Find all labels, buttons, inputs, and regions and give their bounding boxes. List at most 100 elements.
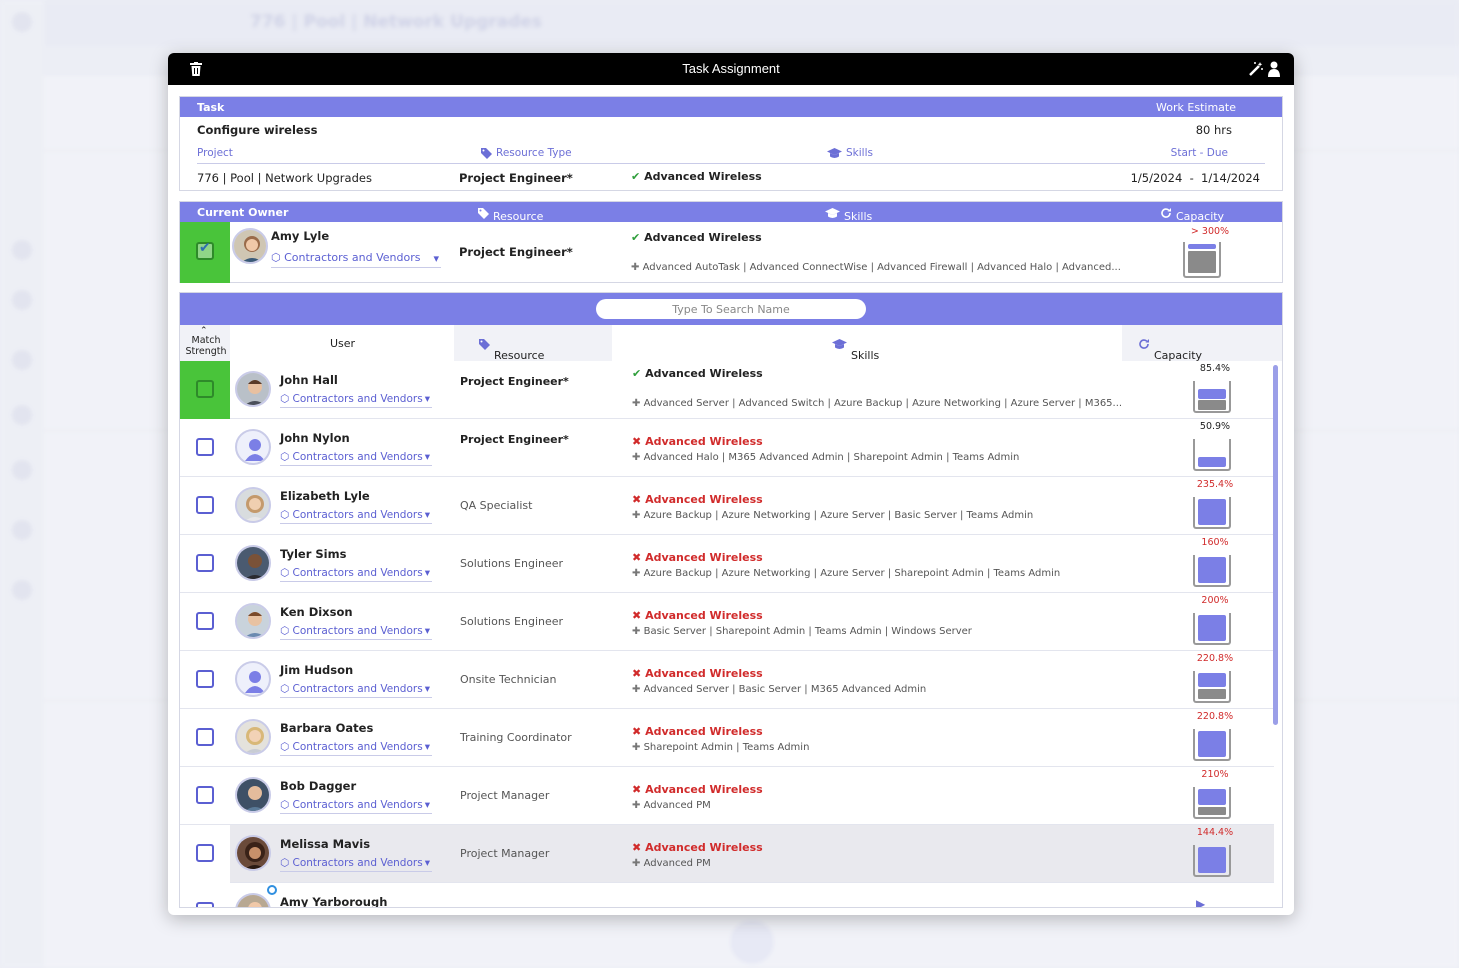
user-icon[interactable] <box>1268 61 1280 77</box>
avatar <box>235 719 271 755</box>
vendor-select[interactable]: ⬡ Contractors and Vendors ▾ <box>280 683 432 698</box>
x-icon: ✖ <box>632 493 642 506</box>
chevron-down-icon: ▾ <box>424 741 430 753</box>
row-checkbox[interactable] <box>196 670 214 688</box>
row-checkbox[interactable] <box>196 902 214 907</box>
chevron-down-icon: ▾ <box>424 799 430 811</box>
online-status-icon <box>267 885 277 895</box>
capacity-column-header[interactable]: Capacity incl. Task <box>1122 325 1282 388</box>
table-row[interactable]: Jim Hudson ⬡ Contractors and Vendors ▾ On… <box>180 651 1274 709</box>
nav-icon <box>12 520 32 540</box>
user-name: John Hall <box>280 373 338 387</box>
table-row[interactable]: Bob Dagger ⬡ Contractors and Vendors ▾ Pr… <box>180 767 1274 825</box>
capacity-value: 160% <box>1201 537 1229 548</box>
owner-vendor-select[interactable]: ⬡ Contractors and Vendors ▾ <box>271 251 441 268</box>
resource-type: QA Specialist <box>460 499 533 512</box>
user-name: Amy Yarborough <box>280 895 388 908</box>
x-icon: ✖ <box>632 841 642 854</box>
match-cell <box>180 709 230 767</box>
user-column-header[interactable]: User <box>230 325 454 361</box>
capacity-gauge <box>1193 729 1231 761</box>
table-row[interactable]: Melissa Mavis ⬡ Contractors and Vendors ▾… <box>180 825 1274 883</box>
table-row[interactable]: Amy Yarborough ▶ <box>180 883 1274 908</box>
table-row[interactable]: Barbara Oates ⬡ Contractors and Vendors ▾… <box>180 709 1274 767</box>
group-icon: ⬡ <box>280 857 290 869</box>
task-skill-value: ✔ Advanced Wireless <box>631 170 762 183</box>
vendor-select[interactable]: ⬡ Contractors and Vendors ▾ <box>280 625 432 640</box>
search-name-input[interactable] <box>596 299 866 319</box>
skill-mismatch: ✖ Advanced Wireless <box>632 667 763 680</box>
resource-type: Project Manager <box>460 847 550 860</box>
avatar <box>235 835 271 871</box>
match-cell <box>180 651 230 709</box>
nav-icon <box>12 350 32 370</box>
row-checkbox[interactable] <box>196 380 214 398</box>
group-icon: ⬡ <box>280 509 290 521</box>
capacity-gauge <box>1193 613 1231 645</box>
vendor-select[interactable]: ⬡ Contractors and Vendors ▾ <box>280 509 432 524</box>
skill-mismatch: ✖ Advanced Wireless <box>632 493 763 506</box>
magic-wand-icon[interactable] <box>1248 61 1264 77</box>
match-strength-header[interactable]: ⌃ Match Strength <box>180 325 230 361</box>
project-label: Project <box>197 147 233 159</box>
chevron-down-icon: ▾ <box>424 393 430 405</box>
user-name: Melissa Mavis <box>280 837 371 851</box>
chevron-down-icon: ▾ <box>424 509 430 521</box>
nav-icon <box>12 290 32 310</box>
table-row[interactable]: John Hall ⬡ Contractors and Vendors ▾ Pro… <box>180 361 1274 419</box>
row-checkbox[interactable] <box>196 844 214 862</box>
avatar <box>235 603 271 639</box>
more-skills: ✚ Advanced Server | Advanced Switch | Az… <box>632 398 1123 409</box>
resource-type-column-header[interactable]: Resource Type <box>454 325 612 375</box>
check-icon: ✔ <box>631 170 641 183</box>
more-skills: ✚ Azure Backup | Azure Networking | Azur… <box>632 568 1061 579</box>
bell-icon <box>12 580 32 600</box>
plus-icon: ✚ <box>631 262 640 273</box>
table-row[interactable]: Ken Dixson ⬡ Contractors and Vendors ▾ So… <box>180 593 1274 651</box>
plus-icon: ✚ <box>632 568 641 579</box>
vendor-select[interactable]: ⬡ Contractors and Vendors ▾ <box>280 451 432 466</box>
vendor-select[interactable]: ⬡ Contractors and Vendors ▾ <box>280 857 432 872</box>
scrollbar[interactable] <box>1273 365 1278 725</box>
more-skills: ✚ Basic Server | Sharepoint Admin | Team… <box>632 626 972 637</box>
owner-resource-type: Project Engineer* <box>459 245 573 259</box>
user-name: Jim Hudson <box>280 663 354 677</box>
start-due-label: Start - Due <box>1170 147 1228 159</box>
user-name: Ken Dixson <box>280 605 353 619</box>
task-section-header: Task Work Estimate <box>180 97 1282 117</box>
capacity-value: 50.9% <box>1199 421 1231 432</box>
match-cell <box>180 593 230 651</box>
check-icon: ✔ <box>632 367 642 380</box>
capacity-gauge <box>1193 845 1231 877</box>
vendor-select[interactable]: ⬡ Contractors and Vendors ▾ <box>280 741 432 756</box>
row-checkbox[interactable] <box>196 786 214 804</box>
work-estimate-value: 80 hrs <box>1195 123 1232 137</box>
resource-type: Solutions Engineer <box>460 557 564 570</box>
nav-icon <box>12 405 32 425</box>
skills-column-header[interactable]: Skills <box>612 325 1122 362</box>
vendor-select[interactable]: ⬡ Contractors and Vendors ▾ <box>280 567 432 582</box>
row-checkbox[interactable] <box>196 554 214 572</box>
group-icon: ⬡ <box>271 251 281 264</box>
nav-icon <box>12 460 32 480</box>
table-row[interactable]: Tyler Sims ⬡ Contractors and Vendors ▾ So… <box>180 535 1274 593</box>
owner-resource-type-label: Resource Type <box>478 206 543 236</box>
avatar <box>232 228 268 264</box>
vendor-select[interactable]: ⬡ Contractors and Vendors ▾ <box>280 393 432 408</box>
project-value: 776 | Pool | Network Upgrades <box>197 171 372 185</box>
skills-label: Skills <box>827 147 873 159</box>
capacity-value: 235.4% <box>1196 479 1234 490</box>
graduation-cap-icon <box>832 338 847 349</box>
x-icon: ✖ <box>632 435 642 448</box>
owner-match-cell: ✔ <box>180 222 230 283</box>
table-row[interactable]: Elizabeth Lyle ⬡ Contractors and Vendors… <box>180 477 1274 535</box>
search-bar <box>180 293 1282 325</box>
row-checkbox[interactable] <box>196 496 214 514</box>
table-row[interactable]: John Nylon ⬡ Contractors and Vendors ▾ Pr… <box>180 419 1274 477</box>
row-checkbox[interactable] <box>196 612 214 630</box>
row-checkbox[interactable] <box>196 728 214 746</box>
vendor-select[interactable]: ⬡ Contractors and Vendors ▾ <box>280 799 432 814</box>
row-checkbox[interactable] <box>196 438 214 456</box>
owner-checkbox[interactable]: ✔ <box>196 240 214 260</box>
owner-capacity-label: Capacity <box>1160 206 1224 223</box>
